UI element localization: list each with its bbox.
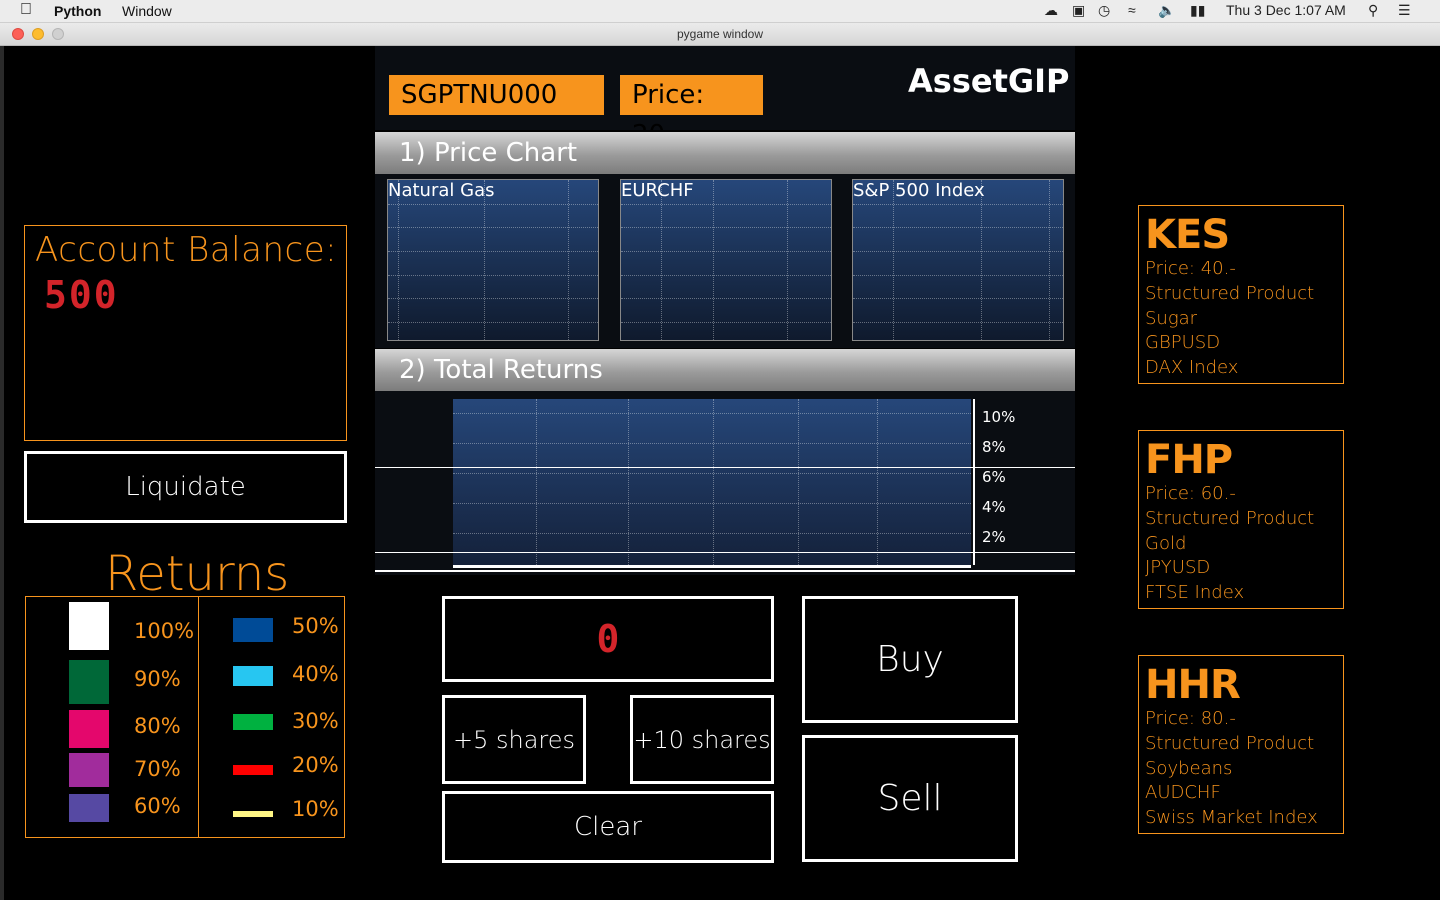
- legend-swatch-80: [69, 710, 109, 748]
- returns-tick: 4%: [982, 498, 1006, 516]
- clock-text[interactable]: Thu 3 Dec 1:07 AM: [1226, 2, 1346, 18]
- legend-label-20: 20%: [292, 753, 339, 777]
- legend-swatch-30: [233, 714, 273, 730]
- notification-center-icon[interactable]: ☰: [1398, 2, 1411, 19]
- price-chart-eurchf: EURCHF: [620, 179, 832, 341]
- product-price: Price: 40.-: [1145, 258, 1236, 279]
- legend-swatch-10: [233, 811, 273, 817]
- wifi-icon[interactable]: ≈: [1128, 2, 1136, 18]
- product-code: KES: [1145, 212, 1230, 258]
- legend-divider: [198, 597, 199, 837]
- add-5-shares-label: +5 shares: [452, 725, 576, 754]
- legend-swatch-60: [69, 794, 109, 822]
- legend-swatch-20: [233, 765, 273, 775]
- product-price: Price: 60.-: [1145, 483, 1236, 504]
- returns-title: Returns: [105, 546, 290, 602]
- total-returns-section-bar: 2) Total Returns: [375, 349, 1075, 391]
- menu-window[interactable]: Window: [122, 3, 172, 19]
- clear-button-label: Clear: [574, 812, 642, 842]
- product-index: FTSE Index: [1145, 582, 1245, 603]
- product-card-kes[interactable]: KES Price: 40.- Structured Product Sugar…: [1138, 205, 1344, 384]
- buy-button[interactable]: Buy: [802, 596, 1018, 723]
- account-balance-label: Account Balance:: [35, 230, 338, 270]
- product-commodity: Gold: [1145, 533, 1187, 554]
- legend-label-70: 70%: [134, 757, 181, 781]
- legend-swatch-50: [233, 618, 273, 642]
- product-card-fhp[interactable]: FHP Price: 60.- Structured Product Gold …: [1138, 430, 1344, 609]
- total-returns-chart: [453, 399, 971, 568]
- clear-button[interactable]: Clear: [442, 791, 774, 863]
- window-edge: [0, 46, 4, 900]
- product-type: Structured Product: [1145, 283, 1315, 304]
- legend-label-10: 10%: [292, 797, 339, 821]
- product-index: Swiss Market Index: [1145, 807, 1318, 828]
- legend-label-40: 40%: [292, 662, 339, 686]
- legend-label-30: 30%: [292, 709, 339, 733]
- apple-menu-icon[interactable]: : [20, 1, 32, 19]
- product-code: FHP: [1145, 437, 1233, 483]
- returns-axis-ticks: 10% 8% 6% 4% 2%: [982, 402, 1015, 552]
- product-card-hhr[interactable]: HHR Price: 80.- Structured Product Soybe…: [1138, 655, 1344, 834]
- add-10-shares-label: +10 shares: [633, 725, 771, 754]
- legend-label-50: 50%: [292, 614, 339, 638]
- liquidate-button[interactable]: Liquidate: [24, 451, 347, 523]
- time-machine-icon[interactable]: ◷: [1098, 2, 1110, 19]
- menu-app-python[interactable]: Python: [54, 3, 101, 19]
- price-chart-section-bar: 1) Price Chart: [375, 132, 1075, 174]
- price-chart-label: Natural Gas: [388, 180, 495, 201]
- price-chart-sp500: S&P 500 Index: [852, 179, 1064, 341]
- legend-label-100: 100%: [134, 619, 195, 643]
- returns-baseline: [375, 552, 1075, 553]
- product-fx: GBPUSD: [1145, 332, 1221, 353]
- quantity-value: 0: [596, 617, 620, 661]
- account-balance-value: 500: [44, 273, 119, 317]
- add-5-shares-button[interactable]: +5 shares: [442, 695, 586, 784]
- returns-tick: 10%: [982, 408, 1016, 426]
- returns-tick: 8%: [982, 438, 1006, 456]
- legend-swatch-100: [69, 602, 109, 650]
- product-commodity: Sugar: [1145, 308, 1198, 329]
- legend-label-60: 60%: [134, 794, 181, 818]
- price-chart-label: EURCHF: [621, 180, 694, 201]
- product-type: Structured Product: [1145, 733, 1315, 754]
- volume-icon[interactable]: 🔈: [1158, 2, 1175, 19]
- legend-label-90: 90%: [134, 667, 181, 691]
- returns-reference-line: [375, 467, 1075, 468]
- screen-icon[interactable]: ▣: [1072, 2, 1085, 19]
- legend-swatch-90: [69, 660, 109, 704]
- quantity-display: 0: [442, 596, 774, 682]
- product-fx: AUDCHF: [1145, 782, 1221, 803]
- sell-button[interactable]: Sell: [802, 735, 1018, 862]
- legend-label-80: 80%: [134, 714, 181, 738]
- liquidate-button-label: Liquidate: [125, 472, 246, 502]
- battery-icon[interactable]: ▮▮: [1190, 2, 1205, 19]
- product-fx: JPYUSD: [1145, 557, 1211, 578]
- returns-tick: 6%: [982, 468, 1006, 486]
- product-type: Structured Product: [1145, 508, 1315, 529]
- ticker-box: SGPTNU000: [389, 75, 604, 115]
- add-10-shares-button[interactable]: +10 shares: [630, 695, 774, 784]
- returns-tick: 2%: [982, 528, 1006, 546]
- price-chart-label: S&P 500 Index: [853, 180, 985, 201]
- legend-swatch-70: [69, 753, 109, 787]
- sell-button-label: Sell: [877, 778, 943, 819]
- creative-cloud-icon[interactable]: ☁: [1044, 2, 1058, 19]
- legend-swatch-40: [233, 666, 273, 686]
- returns-axis-line: [973, 399, 975, 565]
- price-box: Price: 20.-: [620, 75, 763, 150]
- buy-button-label: Buy: [876, 639, 944, 680]
- product-commodity: Soybeans: [1145, 758, 1233, 779]
- product-price: Price: 80.-: [1145, 708, 1236, 729]
- returns-bottom-line: [375, 570, 1075, 572]
- window-titlebar: pygame window: [0, 23, 1440, 46]
- brand-logo: AssetGIP: [908, 62, 1070, 100]
- menu-bar:  Python Window ☁ ▣ ◷ ≈ 🔈 ▮▮ Thu 3 Dec 1…: [0, 0, 1440, 23]
- product-code: HHR: [1145, 662, 1241, 708]
- spotlight-search-icon[interactable]: ⚲: [1368, 2, 1378, 19]
- window-title: pygame window: [676, 27, 764, 41]
- product-index: DAX Index: [1145, 357, 1239, 378]
- price-chart-natural-gas: Natural Gas: [387, 179, 599, 341]
